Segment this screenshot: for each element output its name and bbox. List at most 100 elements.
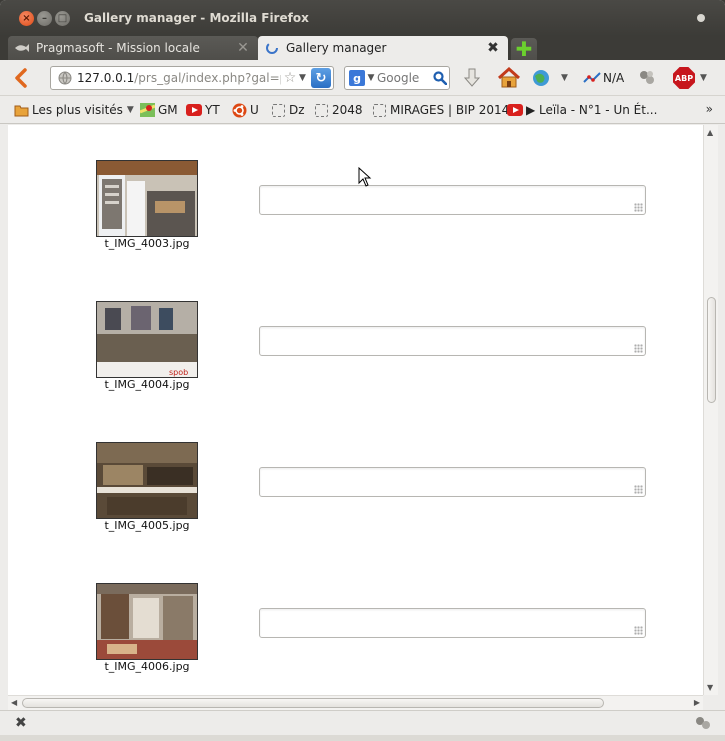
bookmark-label: Dz <box>289 103 305 117</box>
addon-bar: ✖ <box>0 710 725 735</box>
blank-page-icon <box>270 103 286 117</box>
bookmark-dz[interactable]: Dz <box>270 100 305 120</box>
addon-globe-icon[interactable] <box>531 67 551 89</box>
resize-grip-icon[interactable] <box>634 626 643 635</box>
bookmark-label: ▶ Leïla - N°1 - Un Ét... <box>526 103 658 117</box>
horizontal-scrollbar[interactable]: ◀ ▶ <box>8 695 703 710</box>
window-menu-dot-icon[interactable] <box>697 14 705 22</box>
vertical-scroll-thumb[interactable] <box>707 297 716 403</box>
ubuntu-icon <box>231 103 247 117</box>
thumbnail-filename: t_IMG_4003.jpg <box>104 237 190 250</box>
abp-dropdown-icon[interactable]: ▼ <box>700 67 707 89</box>
blank-page-icon <box>313 103 329 117</box>
bookmark-label: 2048 <box>332 103 363 117</box>
description-textarea[interactable] <box>259 467 646 497</box>
window-title: Gallery manager - Mozilla Firefox <box>84 11 309 25</box>
search-icon[interactable] <box>431 69 449 87</box>
scroll-up-arrow-icon[interactable]: ▲ <box>707 128 713 137</box>
bookmark-label: YT <box>205 103 220 117</box>
url-text: 127.0.0.1/prs_gal/index.php?gal=pr <box>77 71 281 85</box>
tab-bar: Pragmasoft - Mission locale ✕ Gallery ma… <box>0 36 725 61</box>
blank-page-icon <box>371 103 387 117</box>
bookmark-label: MIRAGES | BIP 2014 <box>390 103 510 117</box>
youtube-icon <box>186 103 202 117</box>
bookmarks-overflow-chevron-icon[interactable]: » <box>706 102 713 116</box>
browser-window: × – □ Gallery manager - Mozilla Firefox … <box>0 0 725 735</box>
page-content: t_IMG_4003.jpg spob t_IMG_4004.jpg t_IMG… <box>8 125 718 695</box>
bookmark-yt[interactable]: YT <box>186 100 220 120</box>
tab-close-icon[interactable]: ✖ <box>484 40 502 56</box>
bookmark-most-visited[interactable]: Les plus visités ▼ <box>13 100 134 120</box>
cluster-addon-icon[interactable] <box>638 67 656 89</box>
svg-text:spob: spob <box>169 368 188 377</box>
tab-gallery-manager[interactable]: Gallery manager ✖ <box>258 36 508 60</box>
tab-pragmasoft[interactable]: Pragmasoft - Mission locale ✕ <box>8 36 258 60</box>
bookmark-mirages[interactable]: MIRAGES | BIP 2014 <box>371 100 509 120</box>
home-icon[interactable] <box>497 67 521 89</box>
scroll-right-arrow-icon[interactable]: ▶ <box>694 698 700 707</box>
gallery-item: t_IMG_4006.jpg <box>8 583 703 683</box>
window-close-button[interactable]: × <box>19 11 34 26</box>
bookmark-label: Les plus visités <box>32 103 123 117</box>
back-button[interactable] <box>14 68 28 92</box>
thumbnail-image[interactable] <box>96 442 198 519</box>
search-input[interactable] <box>377 71 431 85</box>
bookmark-gm[interactable]: GM <box>139 100 178 120</box>
gallery-item: spob t_IMG_4004.jpg <box>8 301 703 401</box>
resize-grip-icon[interactable] <box>634 344 643 353</box>
bookmark-star-icon[interactable]: ☆ <box>281 70 299 86</box>
search-engine-dropdown-icon[interactable]: ▼ <box>365 73 377 83</box>
google-engine-icon[interactable]: g <box>349 70 365 86</box>
na-label: N/A <box>603 71 625 85</box>
stats-addon[interactable]: N/A <box>583 67 624 89</box>
horizontal-scroll-thumb[interactable] <box>22 698 604 708</box>
description-textarea[interactable] <box>259 608 646 638</box>
tab-label: Pragmasoft - Mission locale <box>36 41 200 55</box>
thumbnail-image[interactable]: spob <box>96 301 198 378</box>
thumbnail-image[interactable] <box>96 583 198 660</box>
resize-grip-icon[interactable] <box>634 485 643 494</box>
thumbnail-filename: t_IMG_4006.jpg <box>104 660 190 673</box>
bookmarks-toolbar: Les plus visités ▼ GM YT U Dz 2048 MIRAG… <box>0 96 725 124</box>
reload-button[interactable]: ↻ <box>311 68 331 88</box>
navigation-toolbar: 127.0.0.1/prs_gal/index.php?gal=pr ☆ ▼ ↻… <box>0 60 725 96</box>
bookmark-2048[interactable]: 2048 <box>313 100 363 120</box>
bookmark-label: GM <box>158 103 178 117</box>
resize-grip-icon[interactable] <box>634 203 643 212</box>
description-textarea[interactable] <box>259 185 646 215</box>
description-textarea[interactable] <box>259 326 646 356</box>
gallery-item: t_IMG_4005.jpg <box>8 442 703 542</box>
addon-bar-cluster-icon[interactable] <box>695 716 711 733</box>
gallery-item: t_IMG_4003.jpg <box>8 160 703 260</box>
title-bar: × – □ Gallery manager - Mozilla Firefox <box>0 0 725 36</box>
mouse-pointer-icon <box>358 166 372 190</box>
downloads-icon[interactable] <box>462 67 482 89</box>
scroll-down-arrow-icon[interactable]: ▼ <box>707 683 713 692</box>
chevron-down-icon: ▼ <box>126 105 134 115</box>
tab-label: Gallery manager <box>286 41 387 55</box>
url-path: /prs_gal/index.php?gal=pr <box>134 71 281 85</box>
window-minimize-button[interactable]: – <box>37 11 52 26</box>
addon-dropdown-icon[interactable]: ▼ <box>561 67 568 89</box>
search-bar[interactable]: g ▼ <box>344 66 450 90</box>
close-addon-bar-icon[interactable]: ✖ <box>15 715 27 731</box>
thumbnail-filename: t_IMG_4004.jpg <box>104 378 190 391</box>
url-bar[interactable]: 127.0.0.1/prs_gal/index.php?gal=pr ☆ ▼ ↻ <box>50 66 334 90</box>
vertical-scrollbar[interactable]: ▲ ▼ <box>703 125 718 695</box>
abp-icon: ABP <box>673 67 695 89</box>
maps-icon <box>139 103 155 117</box>
adblock-plus-button[interactable]: ABP <box>673 67 695 89</box>
scroll-left-arrow-icon[interactable]: ◀ <box>11 698 17 707</box>
bookmark-u[interactable]: U <box>231 100 259 120</box>
history-dropdown-icon[interactable]: ▼ <box>299 73 311 83</box>
bookmark-leila[interactable]: ▶ Leïla - N°1 - Un Ét... <box>507 100 657 120</box>
window-maximize-button[interactable]: □ <box>55 11 70 26</box>
fish-favicon-icon <box>14 41 30 55</box>
youtube-icon <box>507 103 523 117</box>
thumbnail-image[interactable] <box>96 160 198 237</box>
new-tab-button[interactable]: ✚ <box>511 37 537 61</box>
globe-icon <box>57 70 73 86</box>
thumbnail-filename: t_IMG_4005.jpg <box>104 519 190 532</box>
folder-icon <box>13 103 29 117</box>
tab-close-icon[interactable]: ✕ <box>234 40 252 56</box>
